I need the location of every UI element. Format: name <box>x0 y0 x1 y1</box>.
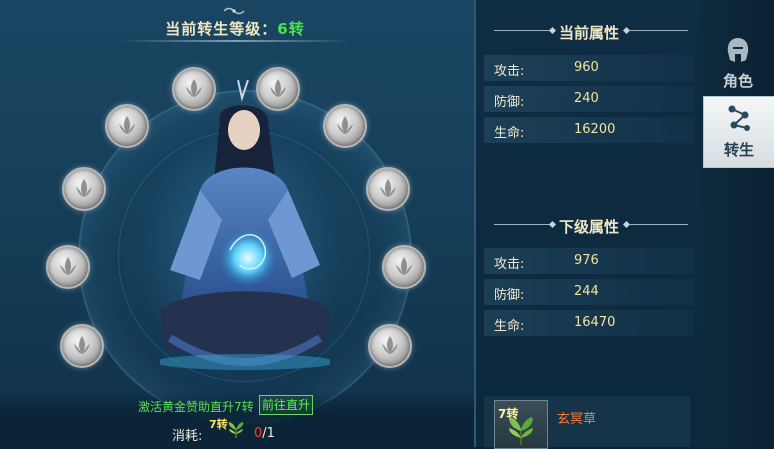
lotus-emblem-icon <box>60 257 76 275</box>
rebirth-node[interactable] <box>60 324 104 368</box>
stat-label: 攻击: <box>494 257 525 272</box>
heading-rule <box>630 224 688 225</box>
lotus-emblem-icon <box>380 179 396 197</box>
next-defense-row: 防御: 244 <box>484 279 694 305</box>
cost-item-tag: 7转 <box>209 418 228 431</box>
cost-count: 0/1 <box>254 426 275 441</box>
rebirth-level-prefix: 当前转生等级： <box>165 20 278 38</box>
current-attributes-heading: 当前属性 <box>558 24 619 42</box>
stat-value: 240 <box>574 91 599 106</box>
rebirth-level-value: 6转 <box>277 20 305 38</box>
gold-sponsor-promo-text: 激活黄金赞助直升7转 <box>138 400 254 414</box>
tab-role[interactable]: 角色 <box>703 30 773 100</box>
required-item-name: 玄冥草 <box>557 412 597 427</box>
cost-need: 1 <box>266 426 275 441</box>
current-attack-row: 攻击: 960 <box>484 55 694 81</box>
current-hp-row: 生命: 16200 <box>484 117 694 143</box>
meditating-hero-figure <box>160 80 330 370</box>
title-ornament-icon <box>223 7 245 15</box>
next-hp-row: 生命: 16470 <box>484 310 694 336</box>
stat-label: 生命: <box>494 319 525 334</box>
heading-rule <box>630 30 688 31</box>
stat-label: 防御: <box>494 95 525 110</box>
herb-icon[interactable] <box>226 420 246 440</box>
stat-value: 976 <box>574 253 599 268</box>
next-attributes-heading: 下级属性 <box>558 218 619 236</box>
rebirth-node[interactable] <box>62 167 106 211</box>
tab-rebirth-label: 转生 <box>723 141 754 159</box>
rebirth-node[interactable] <box>366 167 410 211</box>
rebirth-node[interactable] <box>382 245 426 289</box>
cost-label: 消耗: <box>172 429 203 444</box>
tab-role-label: 角色 <box>722 72 753 90</box>
helmet-icon <box>727 38 749 62</box>
required-item-slot[interactable]: 7转 <box>494 400 548 449</box>
rebirth-nodes-icon <box>728 105 750 131</box>
stat-label: 攻击: <box>494 64 525 79</box>
rebirth-node[interactable] <box>368 324 412 368</box>
goto-upgrade-button[interactable]: 前往直升 <box>259 395 313 415</box>
rebirth-node[interactable] <box>46 245 90 289</box>
rebirth-stage: 当前转生等级：6转 激活黄金赞助直升7转 前往直升 消耗: 7转 0/1 <box>0 0 474 447</box>
rebirth-node[interactable] <box>105 104 149 148</box>
lotus-emblem-icon <box>119 116 135 134</box>
stat-label: 防御: <box>494 288 525 303</box>
lotus-emblem-icon <box>76 179 92 197</box>
current-defense-row: 防御: 240 <box>484 86 694 112</box>
stat-label: 生命: <box>494 126 525 141</box>
attribute-panel: 当前属性 攻击: 960 防御: 240 生命: 16200 下级属性 攻击: … <box>474 0 702 447</box>
rebirth-window: 当前转生等级：6转 激活黄金赞助直升7转 前往直升 消耗: 7转 0/1 当前属… <box>0 0 774 449</box>
stat-value: 16470 <box>574 315 616 330</box>
rebirth-level-title: 当前转生等级：6转 <box>150 18 320 39</box>
tab-rebirth[interactable]: 转生 <box>703 96 774 168</box>
lotus-emblem-icon <box>396 257 412 275</box>
title-divider <box>120 40 350 42</box>
lotus-emblem-icon <box>337 116 353 134</box>
herb-icon <box>509 417 533 445</box>
next-attack-row: 攻击: 976 <box>484 248 694 274</box>
stat-value: 960 <box>574 60 599 75</box>
lotus-emblem-icon <box>74 336 90 354</box>
stat-value: 244 <box>574 284 599 299</box>
lotus-emblem-icon <box>382 336 398 354</box>
stat-value: 16200 <box>574 122 616 137</box>
side-tab-bar: 角色 转生 <box>700 0 774 447</box>
